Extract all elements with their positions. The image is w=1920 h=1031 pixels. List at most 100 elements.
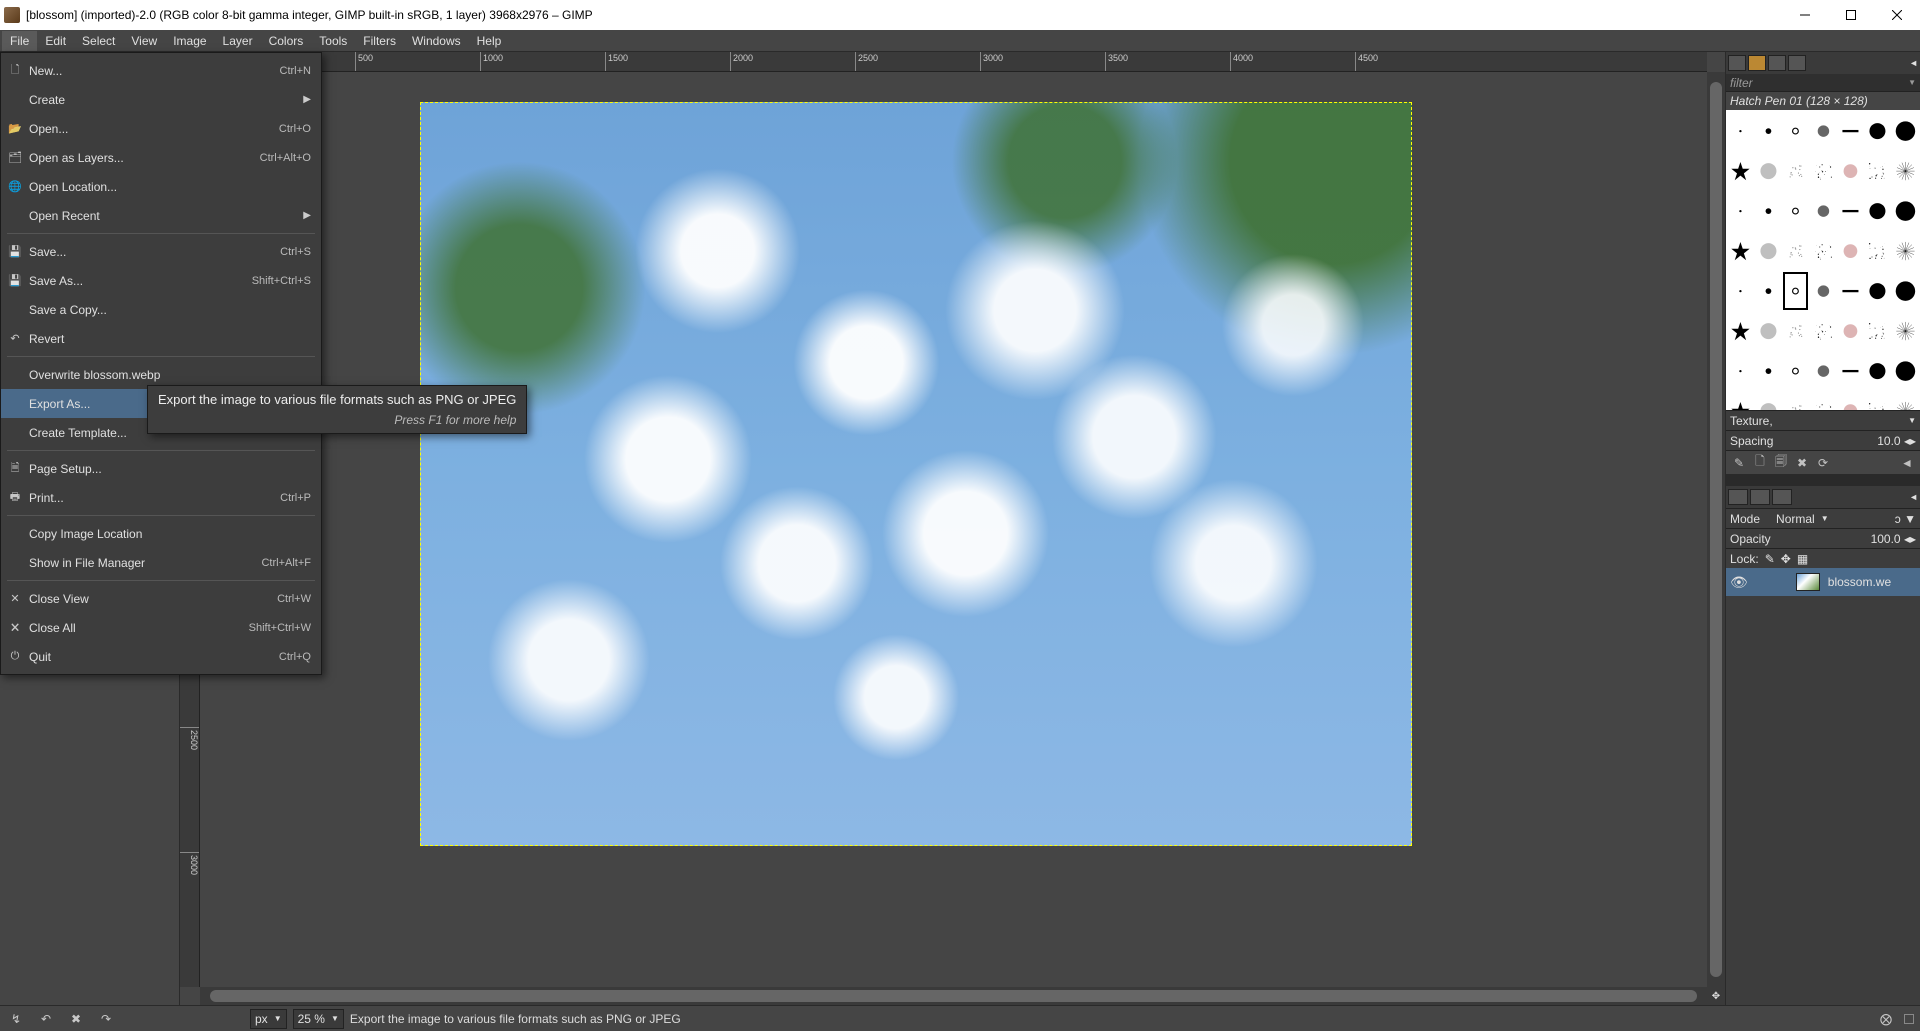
refresh-brush-icon[interactable]: ⟳ bbox=[1814, 454, 1832, 472]
window-minimize-button[interactable] bbox=[1782, 0, 1828, 30]
brush-cell[interactable] bbox=[1810, 392, 1835, 410]
brush-cell[interactable] bbox=[1838, 352, 1863, 390]
file-menu-open-location[interactable]: 🌐Open Location... bbox=[1, 172, 321, 201]
edit-brush-icon[interactable]: ✎ bbox=[1730, 454, 1748, 472]
visibility-icon[interactable]: 👁 bbox=[1730, 574, 1748, 591]
brush-cell[interactable] bbox=[1728, 272, 1753, 310]
menu-image[interactable]: Image bbox=[165, 31, 214, 51]
brush-cell[interactable] bbox=[1755, 272, 1780, 310]
brush-cell[interactable] bbox=[1783, 232, 1808, 270]
brush-cell[interactable] bbox=[1865, 312, 1890, 350]
brush-cell[interactable] bbox=[1838, 112, 1863, 150]
layer-row[interactable]: 👁 blossom.we bbox=[1726, 568, 1920, 596]
file-menu-open-recent[interactable]: Open Recent▶ bbox=[1, 201, 321, 230]
brush-cell[interactable] bbox=[1893, 232, 1918, 270]
window-close-button[interactable] bbox=[1874, 0, 1920, 30]
file-menu-save[interactable]: 💾Save...Ctrl+S bbox=[1, 237, 321, 266]
brush-cell[interactable] bbox=[1783, 152, 1808, 190]
lock-position-icon[interactable]: ✥ bbox=[1781, 552, 1791, 566]
brush-cell[interactable] bbox=[1838, 272, 1863, 310]
file-menu-open[interactable]: 📂Open...Ctrl+O bbox=[1, 114, 321, 143]
brush-cell[interactable] bbox=[1838, 192, 1863, 230]
brush-filter-field[interactable]: filter▼ bbox=[1726, 74, 1920, 92]
lock-alpha-icon[interactable]: ▦ bbox=[1797, 552, 1808, 566]
resize-grip[interactable] bbox=[1904, 1014, 1914, 1024]
tab-history[interactable] bbox=[1788, 55, 1806, 71]
brush-cell[interactable] bbox=[1893, 352, 1918, 390]
delete-brush-icon[interactable]: ✖ bbox=[1793, 454, 1811, 472]
file-menu-close-view[interactable]: ✕Close ViewCtrl+W bbox=[1, 584, 321, 613]
brush-cell[interactable] bbox=[1838, 312, 1863, 350]
brush-cell[interactable] bbox=[1838, 392, 1863, 410]
tab-layers[interactable] bbox=[1728, 489, 1748, 505]
ruler-horizontal[interactable]: 050010001500200025003000350040004500 bbox=[200, 52, 1707, 72]
brush-cell[interactable] bbox=[1865, 232, 1890, 270]
brush-cell[interactable] bbox=[1838, 232, 1863, 270]
dock-menu-button[interactable]: ◄ bbox=[1909, 58, 1918, 68]
tab-paths[interactable] bbox=[1772, 489, 1792, 505]
brush-cell[interactable] bbox=[1755, 112, 1780, 150]
menu-file[interactable]: File bbox=[2, 31, 37, 51]
brush-cell[interactable] bbox=[1755, 352, 1780, 390]
tab-fonts[interactable] bbox=[1768, 55, 1786, 71]
brush-cell[interactable] bbox=[1810, 192, 1835, 230]
brush-cell[interactable] bbox=[1893, 152, 1918, 190]
status-pointer-icon[interactable]: ↯ bbox=[4, 1009, 28, 1029]
tab-channels[interactable] bbox=[1750, 489, 1770, 505]
file-menu-quit[interactable]: ⏻QuitCtrl+Q bbox=[1, 642, 321, 671]
brush-cell[interactable] bbox=[1810, 272, 1835, 310]
layer-thumbnail[interactable] bbox=[1796, 573, 1820, 591]
file-menu-revert[interactable]: ↶Revert bbox=[1, 324, 321, 353]
brush-cell[interactable] bbox=[1865, 392, 1890, 410]
brush-cell[interactable] bbox=[1810, 352, 1835, 390]
file-menu-close-all[interactable]: 🗙Close AllShift+Ctrl+W bbox=[1, 613, 321, 642]
zoom-combo[interactable]: 25 %▼ bbox=[293, 1009, 344, 1029]
texture-row[interactable]: Texture,▼ bbox=[1726, 410, 1920, 430]
brush-grid[interactable] bbox=[1726, 110, 1920, 410]
layer-name[interactable]: blossom.we bbox=[1828, 575, 1891, 589]
brush-cell[interactable] bbox=[1893, 192, 1918, 230]
brush-cell[interactable] bbox=[1728, 392, 1753, 410]
new-brush-icon[interactable]: 🗋 bbox=[1751, 454, 1769, 472]
menu-windows[interactable]: Windows bbox=[404, 31, 469, 51]
brush-cell[interactable] bbox=[1810, 112, 1835, 150]
canvas-image[interactable] bbox=[420, 102, 1412, 846]
file-menu-show-in-file-manager[interactable]: Show in File ManagerCtrl+Alt+F bbox=[1, 548, 321, 577]
brush-cell[interactable] bbox=[1893, 112, 1918, 150]
brush-cell[interactable] bbox=[1810, 152, 1835, 190]
brush-cell[interactable] bbox=[1783, 312, 1808, 350]
brush-cell[interactable] bbox=[1865, 352, 1890, 390]
brush-cell[interactable] bbox=[1783, 272, 1808, 310]
brush-cell[interactable] bbox=[1893, 312, 1918, 350]
file-menu-create[interactable]: Create▶ bbox=[1, 85, 321, 114]
brush-cell[interactable] bbox=[1783, 352, 1808, 390]
layers-dock-menu-button[interactable]: ◄ bbox=[1909, 492, 1918, 502]
brush-cell[interactable] bbox=[1728, 112, 1753, 150]
brush-cell[interactable] bbox=[1893, 392, 1918, 410]
file-menu-page-setup[interactable]: 🗎Page Setup... bbox=[1, 454, 321, 483]
menu-colors[interactable]: Colors bbox=[261, 31, 312, 51]
scrollbar-vertical[interactable] bbox=[1707, 72, 1725, 987]
nav-preview-button[interactable]: ✥ bbox=[1707, 987, 1725, 1005]
brush-cell[interactable] bbox=[1783, 112, 1808, 150]
brush-cell[interactable] bbox=[1755, 232, 1780, 270]
brush-cell[interactable] bbox=[1865, 152, 1890, 190]
brush-cell[interactable] bbox=[1865, 112, 1890, 150]
file-menu-new[interactable]: 🗋New...Ctrl+N bbox=[1, 56, 321, 85]
tab-patterns[interactable] bbox=[1748, 55, 1766, 71]
lock-pixel-icon[interactable]: ✎ bbox=[1765, 552, 1775, 566]
layer-opacity-row[interactable]: Opacity 100.0 ◂▸ bbox=[1726, 528, 1920, 548]
status-undo-icon[interactable]: ↶ bbox=[34, 1009, 58, 1029]
brush-cell[interactable] bbox=[1728, 192, 1753, 230]
window-maximize-button[interactable] bbox=[1828, 0, 1874, 30]
file-menu-save-as[interactable]: 💾Save As...Shift+Ctrl+S bbox=[1, 266, 321, 295]
file-menu-copy-image-location[interactable]: Copy Image Location bbox=[1, 519, 321, 548]
layer-mode-row[interactable]: Mode Normal ▼ ɔ ▼ bbox=[1726, 508, 1920, 528]
menu-view[interactable]: View bbox=[123, 31, 165, 51]
brush-cell[interactable] bbox=[1893, 272, 1918, 310]
brush-cell[interactable] bbox=[1728, 352, 1753, 390]
scrollbar-horizontal[interactable] bbox=[200, 987, 1707, 1005]
status-cancel-icon[interactable]: ⨂ bbox=[1874, 1009, 1898, 1029]
brush-cell[interactable] bbox=[1728, 312, 1753, 350]
brush-cell[interactable] bbox=[1838, 152, 1863, 190]
